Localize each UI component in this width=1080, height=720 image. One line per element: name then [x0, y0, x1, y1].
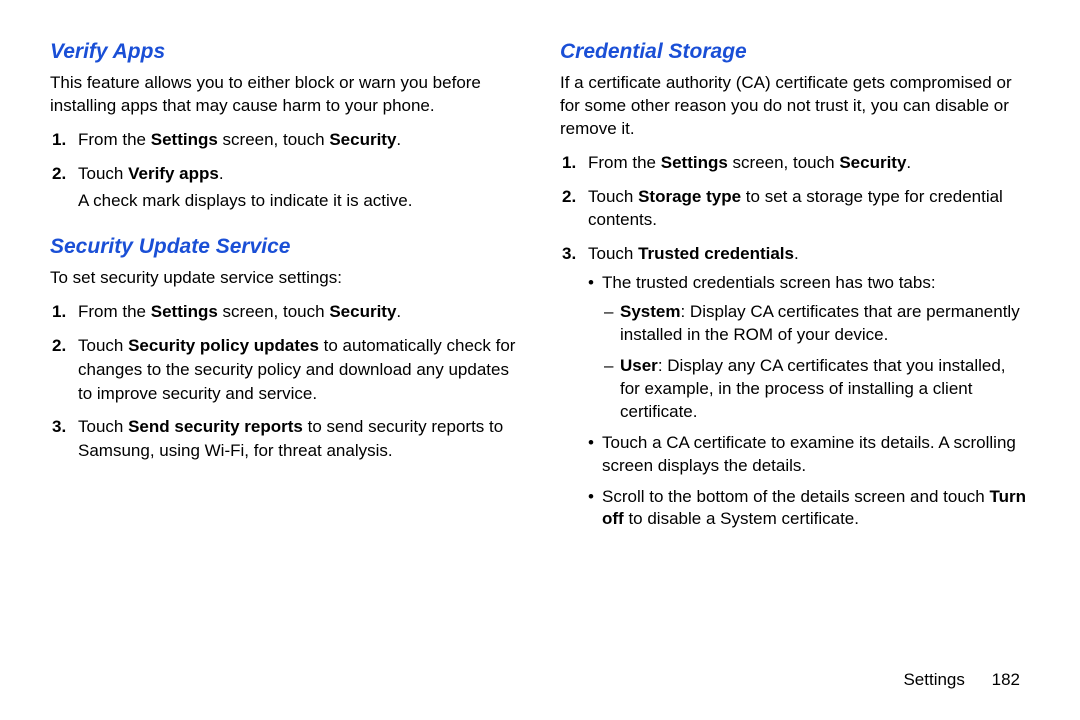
- security-update-section: Security Update Service To set security …: [50, 235, 520, 463]
- credential-tab-user: User: Display any CA certificates that y…: [620, 355, 1030, 424]
- left-column: Verify Apps This feature allows you to e…: [50, 40, 520, 553]
- credential-tabs-list: System: Display CA certificates that are…: [602, 301, 1030, 424]
- credential-step-3: Touch Trusted credentials. The trusted c…: [588, 242, 1030, 531]
- security-update-steps: From the Settings screen, touch Security…: [50, 300, 520, 463]
- verify-apps-heading: Verify Apps: [50, 40, 520, 64]
- page-footer: Settings 182: [903, 670, 1020, 690]
- credential-bullet-3: Scroll to the bottom of the details scre…: [602, 486, 1030, 532]
- credential-storage-intro: If a certificate authority (CA) certific…: [560, 72, 1030, 141]
- page-content: Verify Apps This feature allows you to e…: [0, 0, 1080, 573]
- verify-apps-intro: This feature allows you to either block …: [50, 72, 520, 118]
- security-update-step-1: From the Settings screen, touch Security…: [78, 300, 520, 324]
- security-update-step-2: Touch Security policy updates to automat…: [78, 334, 520, 405]
- security-update-intro: To set security update service settings:: [50, 267, 520, 290]
- credential-storage-steps: From the Settings screen, touch Security…: [560, 151, 1030, 532]
- credential-storage-heading: Credential Storage: [560, 40, 1030, 64]
- verify-apps-step-1: From the Settings screen, touch Security…: [78, 128, 520, 152]
- credential-bullet-2: Touch a CA certificate to examine its de…: [602, 432, 1030, 478]
- verify-apps-step-2: Touch Verify apps. A check mark displays…: [78, 162, 520, 214]
- credential-tab-system: System: Display CA certificates that are…: [620, 301, 1030, 347]
- security-update-heading: Security Update Service: [50, 235, 520, 259]
- credential-bullet-1: The trusted credentials screen has two t…: [602, 272, 1030, 424]
- right-column: Credential Storage If a certificate auth…: [560, 40, 1030, 553]
- footer-section-label: Settings: [903, 670, 964, 689]
- footer-page-number: 182: [992, 670, 1020, 689]
- verify-apps-section: Verify Apps This feature allows you to e…: [50, 40, 520, 213]
- verify-apps-steps: From the Settings screen, touch Security…: [50, 128, 520, 213]
- credential-storage-section: Credential Storage If a certificate auth…: [560, 40, 1030, 531]
- verify-apps-step-2-sub: A check mark displays to indicate it is …: [78, 189, 520, 213]
- security-update-step-3: Touch Send security reports to send secu…: [78, 415, 520, 463]
- credential-step-2: Touch Storage type to set a storage type…: [588, 185, 1030, 233]
- credential-step-1: From the Settings screen, touch Security…: [588, 151, 1030, 175]
- credential-bullets: The trusted credentials screen has two t…: [588, 272, 1030, 531]
